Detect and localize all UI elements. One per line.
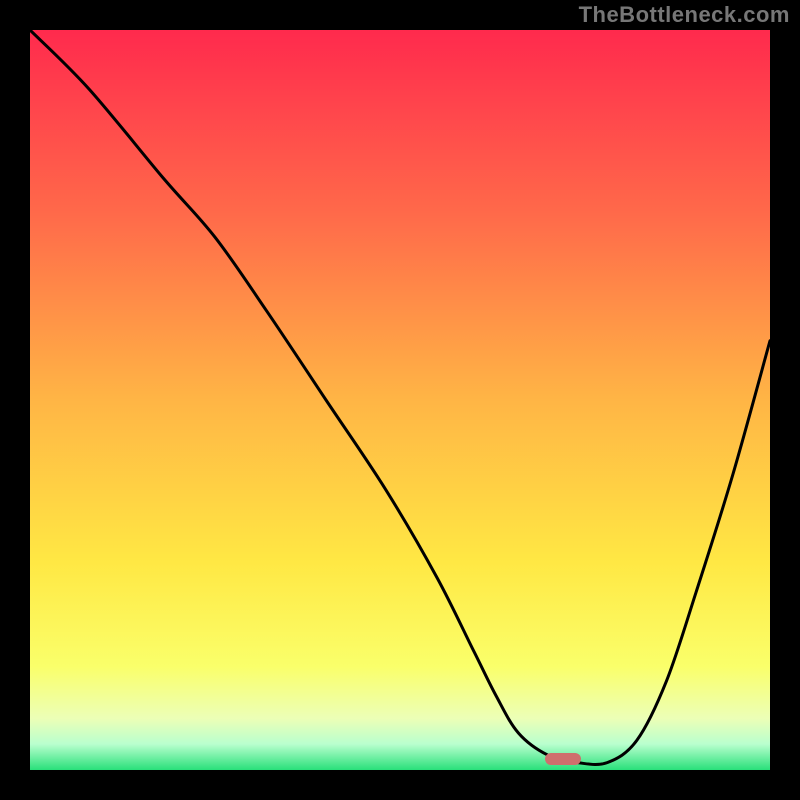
optimal-point-marker bbox=[545, 753, 581, 765]
curve-path bbox=[30, 30, 770, 765]
plot-area bbox=[30, 30, 770, 770]
bottleneck-curve bbox=[30, 30, 770, 770]
watermark-text: TheBottleneck.com bbox=[579, 2, 790, 28]
chart-frame: TheBottleneck.com bbox=[0, 0, 800, 800]
